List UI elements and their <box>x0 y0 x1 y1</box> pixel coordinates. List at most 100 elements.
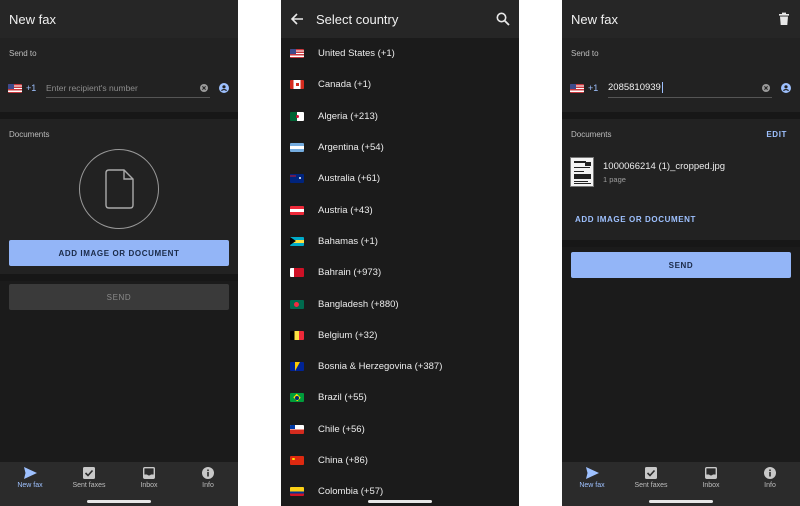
app-bar: New fax <box>562 0 800 38</box>
list-item[interactable]: China (+86) <box>281 445 519 476</box>
country-name: Colombia (+57) <box>318 486 384 498</box>
nav-new-fax[interactable]: New fax <box>562 467 622 489</box>
country-name: Chile (+56) <box>318 423 365 435</box>
document-item[interactable]: 1000066214 (1)_cropped.jpg 1 page <box>570 157 725 187</box>
nav-inbox[interactable]: Inbox <box>119 467 179 489</box>
send-button[interactable]: SEND <box>9 284 229 310</box>
canada-flag-icon <box>290 80 304 90</box>
new-fax-filled-screen: New fax Send to +1 2085810939 Documents … <box>562 0 800 506</box>
list-item[interactable]: Bahamas (+1) <box>281 226 519 257</box>
us-flag-icon[interactable] <box>8 83 22 93</box>
recipient-number-input[interactable]: 2085810939 <box>608 78 772 98</box>
nav-label: New fax <box>579 482 605 489</box>
algeria-flag-icon <box>290 111 304 121</box>
list-item[interactable]: United States (+1) <box>281 38 519 69</box>
country-name: Bosnia & Herzegovina (+387) <box>318 361 443 373</box>
country-name: United States (+1) <box>318 48 395 60</box>
country-name: Bahamas (+1) <box>318 235 378 247</box>
nav-new-fax[interactable]: New fax <box>0 467 60 489</box>
bangladesh-flag-icon <box>290 299 304 309</box>
document-placeholder <box>79 149 159 229</box>
list-item[interactable]: Argentina (+54) <box>281 132 519 163</box>
country-name: Algeria (+213) <box>318 110 378 122</box>
send-button[interactable]: SEND <box>571 252 791 278</box>
send-to-label: Send to <box>571 49 599 58</box>
divider <box>562 240 800 247</box>
list-item[interactable]: Canada (+1) <box>281 69 519 100</box>
divider <box>0 112 238 119</box>
divider <box>0 274 238 281</box>
country-name: Austria (+43) <box>318 204 373 216</box>
select-country-screen: Select country United States (+1) Canada… <box>281 0 519 506</box>
nav-label: Inbox <box>140 482 158 489</box>
send-icon <box>23 467 37 479</box>
documents-section: Documents EDIT 1000066214 (1)_cropped.jp… <box>562 119 800 240</box>
country-name: Bangladesh (+880) <box>318 298 399 310</box>
documents-section: Documents ADD IMAGE OR DOCUMENT <box>0 119 238 274</box>
recipient-number-input[interactable]: Enter recipient's number <box>46 78 210 98</box>
page-title: New fax <box>9 11 56 27</box>
list-item[interactable]: Australia (+61) <box>281 163 519 194</box>
country-name: Canada (+1) <box>318 79 372 91</box>
page-title: Select country <box>316 11 399 27</box>
nav-label: Inbox <box>702 482 720 489</box>
nav-inbox[interactable]: Inbox <box>681 467 741 489</box>
page-title: New fax <box>571 11 618 27</box>
new-fax-empty-screen: New fax Send to +1 Enter recipient's num… <box>0 0 238 506</box>
send-to-section: Send to +1 2085810939 <box>562 38 800 112</box>
document-icon <box>105 169 134 209</box>
contact-picker-icon[interactable] <box>781 83 791 93</box>
argentina-flag-icon <box>290 143 304 153</box>
document-page-count: 1 page <box>603 175 626 184</box>
clear-icon[interactable] <box>200 84 208 92</box>
number-placeholder: Enter recipient's number <box>46 82 138 93</box>
nav-label: Info <box>202 482 214 489</box>
delete-icon[interactable] <box>777 12 791 26</box>
document-file-name: 1000066214 (1)_cropped.jpg <box>603 161 726 172</box>
country-list: United States (+1) Canada (+1) Algeria (… <box>281 38 519 506</box>
us-flag-icon[interactable] <box>570 83 584 93</box>
home-indicator <box>87 500 151 503</box>
recipient-row: +1 2085810939 <box>570 78 791 98</box>
list-item[interactable]: Brazil (+55) <box>281 382 519 413</box>
country-name: China (+86) <box>318 455 368 466</box>
list-item[interactable]: Bangladesh (+880) <box>281 288 519 319</box>
send-to-label: Send to <box>9 49 37 58</box>
bahrain-flag-icon <box>290 268 304 278</box>
colombia-flag-icon <box>290 487 304 497</box>
nav-sent-faxes[interactable]: Sent faxes <box>621 467 681 489</box>
documents-label: Documents <box>9 130 50 139</box>
send-icon <box>585 467 599 479</box>
us-flag-icon <box>290 49 304 59</box>
brazil-flag-icon <box>290 393 304 403</box>
search-icon[interactable] <box>496 12 510 26</box>
china-flag-icon <box>290 456 304 465</box>
nav-label: Sent faxes <box>72 482 106 489</box>
add-image-or-document-button[interactable]: ADD IMAGE OR DOCUMENT <box>9 240 229 266</box>
nav-sent-faxes[interactable]: Sent faxes <box>59 467 119 489</box>
belgium-flag-icon <box>290 330 304 340</box>
clear-icon[interactable] <box>762 84 770 92</box>
list-item[interactable]: Bahrain (+973) <box>281 257 519 288</box>
add-image-or-document-link[interactable]: ADD IMAGE OR DOCUMENT <box>575 215 696 224</box>
nav-info[interactable]: Info <box>178 467 238 489</box>
nav-info[interactable]: Info <box>740 467 800 489</box>
divider <box>562 112 800 119</box>
list-item[interactable]: Belgium (+32) <box>281 320 519 351</box>
send-to-section: Send to +1 Enter recipient's number <box>0 38 238 112</box>
list-item[interactable]: Austria (+43) <box>281 194 519 225</box>
back-arrow-icon[interactable] <box>290 12 304 26</box>
list-item[interactable]: Chile (+56) <box>281 414 519 445</box>
list-item[interactable]: Algeria (+213) <box>281 101 519 132</box>
nav-label: Info <box>764 482 776 489</box>
country-name: Australia (+61) <box>318 173 381 185</box>
inbox-icon <box>705 467 717 479</box>
contact-picker-icon[interactable] <box>219 83 229 93</box>
country-code-selector[interactable]: +1 <box>26 83 40 93</box>
home-indicator <box>368 500 432 503</box>
documents-label: Documents <box>571 130 612 139</box>
edit-button[interactable]: EDIT <box>766 130 787 139</box>
list-item[interactable]: Bosnia & Herzegovina (+387) <box>281 351 519 382</box>
inbox-icon <box>143 467 155 479</box>
country-code-selector[interactable]: +1 <box>588 83 602 93</box>
